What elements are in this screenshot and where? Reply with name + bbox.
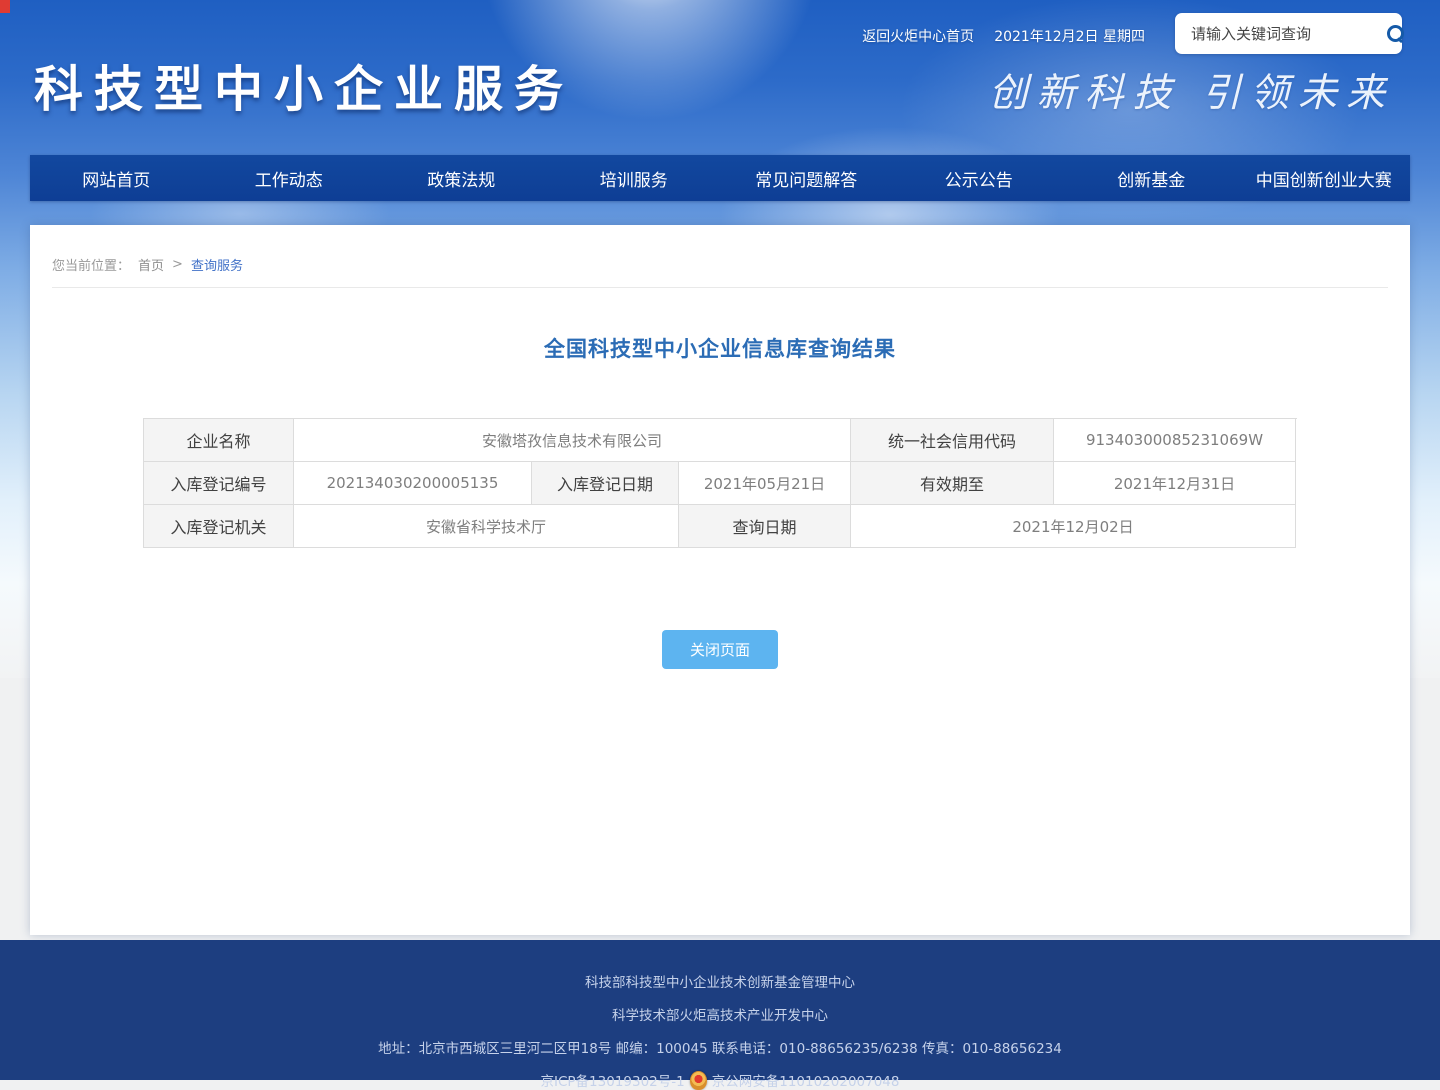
footer: 科技部科技型中小企业技术创新基金管理中心 科学技术部火炬高技术产业开发中心 地址…: [0, 940, 1440, 1080]
footer-registration-line: 京ICP备13019302号-1 京公网安备11010202007048: [0, 1070, 1440, 1090]
reg-number-value: 202134030200005135: [294, 462, 532, 505]
breadcrumb: 您当前位置： 首页 > 查询服务: [52, 255, 1388, 274]
footer-org-line2: 科学技术部火炬高技术产业开发中心: [0, 1004, 1440, 1024]
table-row: 入库登记机关 安徽省科学技术厅 查询日期 2021年12月02日: [144, 505, 1297, 548]
query-date-value: 2021年12月02日: [851, 505, 1296, 548]
breadcrumb-separator: >: [172, 257, 183, 272]
company-name-value: 安徽塔孜信息技术有限公司: [294, 419, 851, 462]
reg-date-label: 入库登记日期: [532, 462, 679, 505]
search-box: [1175, 13, 1402, 54]
query-date-label: 查询日期: [679, 505, 851, 548]
credit-code-value: 91340300085231069W: [1054, 419, 1296, 462]
nav-item-announcements[interactable]: 公示公告: [893, 155, 1066, 201]
site-logo[interactable]: 科技型中小企业服务: [34, 50, 574, 121]
valid-until-label: 有效期至: [851, 462, 1054, 505]
breadcrumb-divider: [52, 287, 1388, 288]
breadcrumb-current-link[interactable]: 查询服务: [191, 255, 243, 274]
screen-corner-artifact: [0, 0, 10, 13]
close-page-button[interactable]: 关闭页面: [662, 630, 778, 669]
reg-date-value: 2021年05月21日: [679, 462, 851, 505]
breadcrumb-prefix: 您当前位置：: [52, 255, 130, 274]
table-row: 企业名称 安徽塔孜信息技术有限公司 统一社会信用代码 9134030008523…: [144, 419, 1297, 462]
reg-authority-value: 安徽省科学技术厅: [294, 505, 679, 548]
current-date-text: 2021年12月2日 星期四: [994, 26, 1145, 46]
page-title: 全国科技型中小企业信息库查询结果: [30, 333, 1410, 363]
footer-address-line: 地址：北京市西城区三里河二区甲18号 邮编：100045 联系电话：010-88…: [0, 1037, 1440, 1057]
nav-item-home[interactable]: 网站首页: [30, 155, 203, 201]
breadcrumb-home-link[interactable]: 首页: [138, 255, 164, 274]
header-top-bar: 返回火炬中心首页 2021年12月2日 星期四: [862, 26, 1145, 46]
company-name-label: 企业名称: [144, 419, 294, 462]
return-torch-center-link[interactable]: 返回火炬中心首页: [862, 26, 974, 46]
valid-until-value: 2021年12月31日: [1054, 462, 1296, 505]
police-record-link[interactable]: 京公网安备11010202007048: [712, 1070, 900, 1090]
reg-authority-label: 入库登记机关: [144, 505, 294, 548]
public-security-badge-icon: [690, 1071, 707, 1090]
search-icon[interactable]: [1387, 25, 1404, 42]
main-nav: 网站首页 工作动态 政策法规 培训服务 常见问题解答 公示公告 创新基金 中国创…: [30, 155, 1410, 201]
nav-item-innovation-contest[interactable]: 中国创新创业大赛: [1238, 155, 1411, 201]
nav-item-training[interactable]: 培训服务: [548, 155, 721, 201]
table-row: 入库登记编号 202134030200005135 入库登记日期 2021年05…: [144, 462, 1297, 505]
nav-item-faq[interactable]: 常见问题解答: [720, 155, 893, 201]
nav-item-policies[interactable]: 政策法规: [375, 155, 548, 201]
search-input[interactable]: [1189, 24, 1387, 44]
reg-number-label: 入库登记编号: [144, 462, 294, 505]
credit-code-label: 统一社会信用代码: [851, 419, 1054, 462]
content-panel: 您当前位置： 首页 > 查询服务 全国科技型中小企业信息库查询结果 企业名称 安…: [30, 225, 1410, 935]
nav-item-innovation-fund[interactable]: 创新基金: [1065, 155, 1238, 201]
nav-item-work-news[interactable]: 工作动态: [203, 155, 376, 201]
result-table: 企业名称 安徽塔孜信息技术有限公司 统一社会信用代码 9134030008523…: [143, 418, 1297, 548]
footer-org-line1: 科技部科技型中小企业技术创新基金管理中心: [0, 971, 1440, 991]
icp-record-link[interactable]: 京ICP备13019302号-1: [541, 1070, 685, 1090]
site-slogan: 创新科技 引领未来: [989, 62, 1394, 118]
